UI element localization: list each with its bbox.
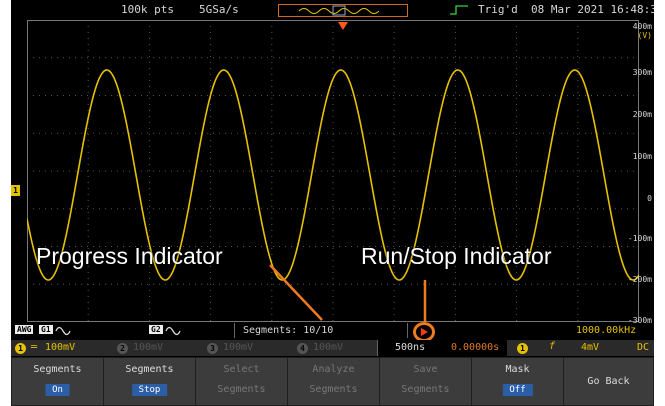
trigger-level: 4mV: [581, 342, 600, 353]
run-stop-indicator: [413, 322, 435, 342]
g1-badge: G1: [39, 325, 53, 334]
waveform-graticule: [27, 20, 639, 322]
scale-unit-label: (V): [637, 31, 652, 40]
timebase: 500ns: [395, 342, 426, 353]
ch2-scale: 100mV: [133, 342, 164, 353]
dc-coupling-icon: ═: [31, 342, 38, 353]
soft-key-menu: Segments On Segments Stop Select Segment…: [11, 357, 654, 406]
scale-label: -200m: [627, 275, 652, 284]
channel-status-bar: 1 ═ 100mV 2 100mV 3 100mV 4 100mV 500ns …: [11, 340, 654, 356]
analyze-segments-button[interactable]: Analyze Segments: [288, 358, 379, 405]
run-stop-indicator-callout: Run/Stop Indicator: [361, 243, 552, 269]
date-time: 08 Mar 2021 16:48:39: [531, 3, 654, 16]
sample-rate: 5GSa/s: [199, 3, 239, 16]
ch2-badge[interactable]: 2: [117, 343, 128, 354]
scale-label: 100m: [632, 152, 652, 161]
ch4-scale: 100mV: [313, 342, 344, 353]
sine-icon: [55, 326, 71, 336]
oscilloscope-screen: 100k pts 5GSa/s Trig'd 08 Mar 2021 16:48…: [11, 0, 654, 406]
segments-counter: Segments: 10/10: [243, 325, 334, 336]
mask-value: Off: [502, 384, 533, 396]
ch1-badge[interactable]: 1: [15, 343, 26, 354]
scale-label: 200m: [632, 110, 652, 119]
top-status-bar: 100k pts 5GSa/s Trig'd 08 Mar 2021 16:48…: [11, 0, 654, 20]
ch4-badge[interactable]: 4: [297, 343, 308, 354]
awg-badge: AWG: [15, 325, 34, 334]
segments-on-value: On: [45, 384, 70, 396]
trigger-source-badge: 1: [517, 343, 528, 354]
sine-icon: [165, 326, 181, 336]
scale-label: 300m: [632, 68, 652, 77]
horizontal-delay: 0.00000s: [451, 342, 500, 353]
progress-indicator-callout: Progress Indicator: [36, 243, 223, 269]
save-segments-button[interactable]: Save Segments: [380, 358, 471, 405]
trigger-status: Trig'd: [478, 3, 518, 16]
scale-label: 400m: [632, 22, 652, 31]
segment-status-bar: AWG G1 G2 Segments: 10/10 1000.00kHz: [11, 323, 654, 339]
segments-stop-value: Stop: [131, 384, 168, 396]
segments-on-button[interactable]: Segments On: [12, 358, 103, 405]
trigger-coupling: DC: [637, 342, 650, 353]
zoom-window-indicator: [278, 4, 408, 17]
select-segments-button[interactable]: Select Segments: [196, 358, 287, 405]
rising-edge-trigger-icon: [450, 5, 468, 15]
waveform-preview-icon: [298, 5, 380, 16]
trigger-slope: f: [549, 341, 556, 352]
record-length: 100k pts: [121, 3, 174, 16]
ch3-scale: 100mV: [223, 342, 254, 353]
scale-label: 0: [647, 194, 652, 203]
ch1-ground-marker[interactable]: 1: [11, 185, 20, 196]
ch3-badge[interactable]: 3: [207, 343, 218, 354]
play-icon: [421, 328, 428, 336]
g2-badge: G2: [149, 325, 163, 334]
scale-label: -100m: [627, 234, 652, 243]
trigger-frequency: 1000.00kHz: [576, 325, 637, 336]
go-back-button[interactable]: Go Back: [564, 358, 653, 405]
mask-button[interactable]: Mask Off: [472, 358, 563, 405]
segments-stop-button[interactable]: Segments Stop: [104, 358, 195, 405]
graticule-grid: [27, 20, 639, 322]
ch1-scale: 100mV: [45, 342, 76, 353]
